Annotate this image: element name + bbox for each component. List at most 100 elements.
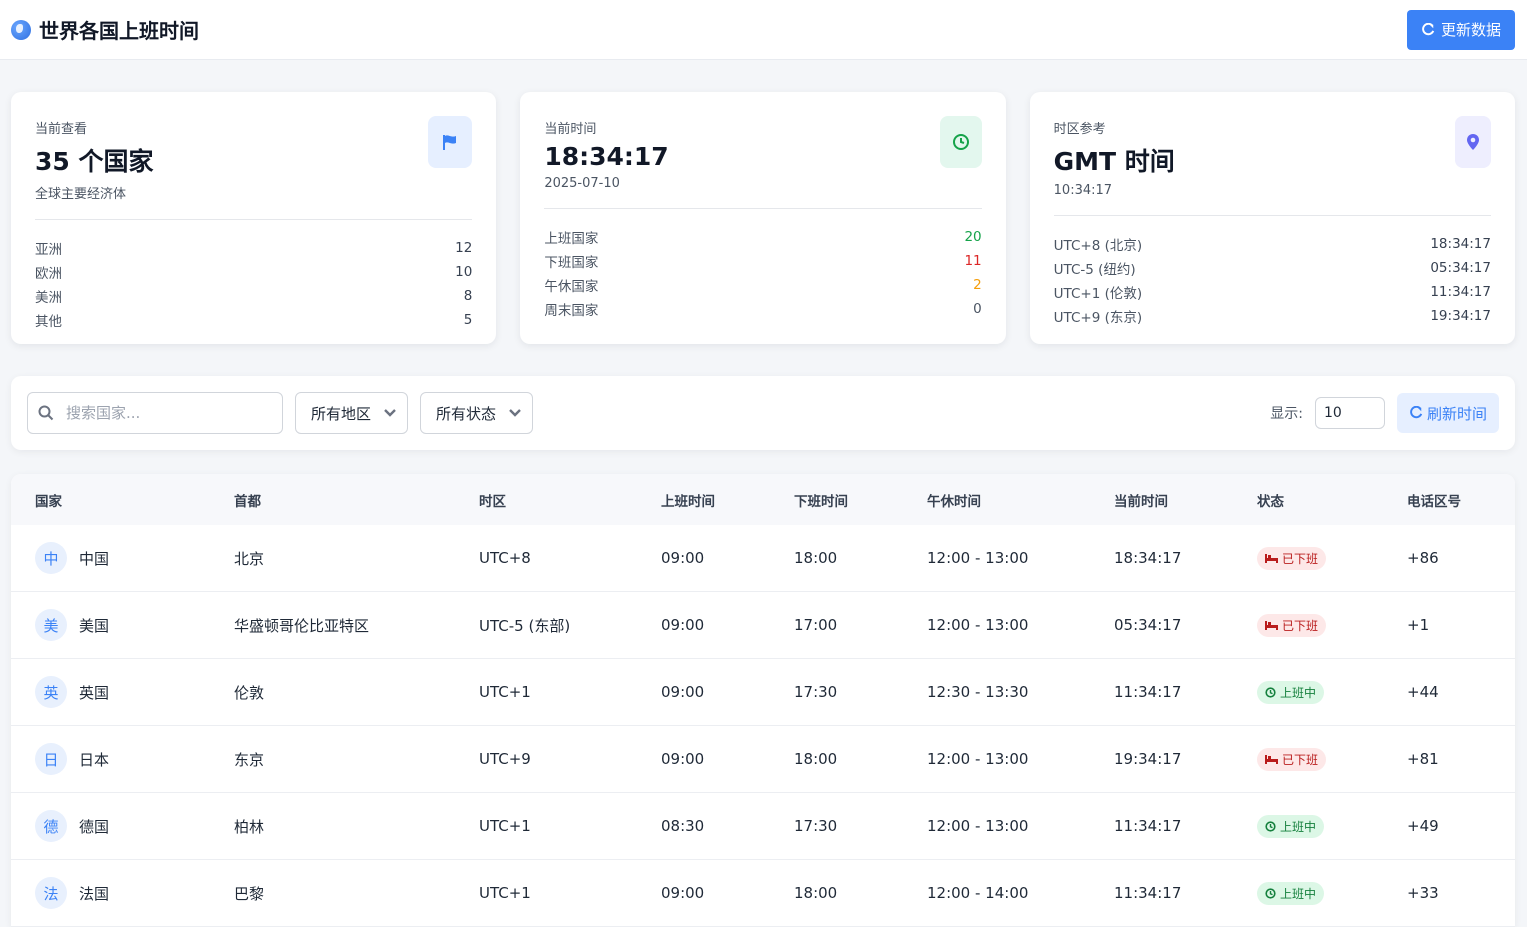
- current-time-cell: 18:34:17: [1090, 525, 1233, 592]
- update-data-label: 更新数据: [1440, 21, 1501, 39]
- country-cell: 美美国: [11, 591, 210, 659]
- status-cell: 已下班: [1233, 725, 1383, 793]
- column-header[interactable]: 首都: [210, 474, 455, 525]
- row-value: 19:34:17: [1430, 308, 1491, 324]
- row-value: 8: [463, 288, 473, 304]
- row-value: 05:34:17: [1430, 260, 1491, 276]
- card-sub: 2025-07-10: [544, 176, 620, 191]
- current-time-cell: 11:34:17: [1090, 859, 1233, 927]
- capital-cell: 东京: [210, 725, 455, 793]
- bed-icon: [1265, 620, 1278, 630]
- globe-icon: [11, 19, 31, 40]
- status-cell: 上班中: [1233, 859, 1383, 927]
- table-row[interactable]: 中中国 北京 UTC+8 09:00 18:00 12:00 - 13:00 18:34:1…: [11, 525, 1515, 592]
- column-header[interactable]: 时区: [455, 474, 637, 525]
- country-cell: 日日本: [11, 725, 210, 793]
- start-time-cell: 09:00: [637, 658, 770, 726]
- column-header[interactable]: 上班时间: [637, 474, 770, 525]
- column-header[interactable]: 状态: [1233, 474, 1383, 525]
- current-time-card: 当前时间 18:34:17 2025-07-10 上班国家 20 下班国家 11 午…: [520, 92, 1006, 344]
- row-label: 午休国家: [544, 279, 599, 295]
- countries-table: 国家 首都 时区 上班时间 下班时间 午休时间 当前时间 状态 电话区号 中中国…: [11, 474, 1515, 927]
- row-label: 其他: [35, 314, 62, 330]
- status-text: 已下班: [1282, 551, 1319, 566]
- status-text: 上班中: [1280, 886, 1317, 901]
- map-pin-icon: [1454, 116, 1491, 168]
- card-label: 当前时间: [544, 122, 597, 137]
- status-text: 上班中: [1280, 685, 1317, 700]
- region-select[interactable]: 所有地区: [295, 392, 409, 434]
- status-row-weekend: 周末国家 0: [544, 297, 981, 321]
- end-time-cell: 17:30: [770, 792, 903, 860]
- clock-icon: [1265, 686, 1276, 698]
- phone-code-cell: +49: [1383, 792, 1515, 860]
- row-label: 美洲: [35, 290, 62, 306]
- lunch-time-cell: 12:00 - 13:00: [903, 725, 1090, 793]
- row-value: 2: [973, 277, 982, 293]
- row-value: 0: [973, 301, 982, 317]
- column-header[interactable]: 当前时间: [1090, 474, 1233, 525]
- status-cell: 已下班: [1233, 591, 1383, 659]
- status-badge: 已下班: [1257, 613, 1327, 637]
- table-row[interactable]: 美美国 华盛顿哥伦比亚特区 UTC-5 (东部) 09:00 17:00 12:00 - …: [11, 591, 1515, 659]
- page-size-label: 显示:: [1270, 406, 1303, 422]
- flag-icon: [428, 116, 473, 168]
- brand: 世界各国上班时间: [11, 15, 199, 44]
- status-row-off: 下班国家 11: [544, 249, 981, 273]
- status-badge: 上班中: [1257, 814, 1325, 838]
- page-title: 世界各国上班时间: [39, 19, 199, 43]
- country-avatar: 美: [35, 609, 67, 641]
- status-text: 上班中: [1280, 819, 1317, 834]
- region-select-value: 所有地区: [311, 404, 372, 423]
- table-row[interactable]: 法法国 巴黎 UTC+1 09:00 18:00 12:00 - 14:00 11:34:1…: [11, 859, 1515, 927]
- status-select[interactable]: 所有状态: [420, 392, 534, 434]
- capital-cell: 北京: [210, 525, 455, 592]
- refresh-time-button[interactable]: 刷新时间: [1396, 393, 1499, 433]
- tz-row-london: UTC+1 (伦敦) 11:34:17: [1054, 280, 1491, 304]
- page-size-input[interactable]: [1314, 397, 1385, 429]
- capital-cell: 华盛顿哥伦比亚特区: [210, 591, 455, 659]
- clock-icon: [1265, 887, 1276, 899]
- country-avatar: 德: [35, 810, 67, 842]
- column-header[interactable]: 国家: [11, 474, 210, 525]
- row-value: 20: [964, 229, 982, 245]
- refresh-icon: [1422, 22, 1435, 35]
- capital-cell: 伦敦: [210, 658, 455, 726]
- search-input[interactable]: [64, 403, 268, 423]
- card-value: GMT 时间: [1053, 147, 1175, 176]
- table-row[interactable]: 英英国 伦敦 UTC+1 09:00 17:30 12:30 - 13:30 11:34:1…: [11, 658, 1515, 726]
- country-avatar: 日: [35, 743, 67, 775]
- filter-bar: 所有地区 所有状态 显示: 刷新时间: [11, 376, 1515, 450]
- status-cell: 上班中: [1233, 658, 1383, 726]
- start-time-cell: 09:00: [637, 859, 770, 927]
- row-label: UTC+8 (北京): [1053, 238, 1143, 254]
- region-row-europe: 欧洲 10: [35, 260, 472, 284]
- table-row[interactable]: 日日本 东京 UTC+9 09:00 18:00 12:00 - 13:00 19:34:1…: [11, 725, 1515, 793]
- card-sub: 10:34:17: [1053, 183, 1113, 198]
- card-label: 时区参考: [1053, 122, 1106, 137]
- timezone-cell: UTC+8: [455, 525, 637, 592]
- start-time-cell: 09:00: [637, 525, 770, 592]
- update-data-button[interactable]: 更新数据: [1406, 9, 1515, 50]
- bed-icon: [1265, 754, 1278, 764]
- table-row[interactable]: 德德国 柏林 UTC+1 08:30 17:30 12:00 - 13:00 11:34:1…: [11, 792, 1515, 860]
- bed-icon: [1265, 553, 1278, 563]
- timezone-cell: UTC+9: [455, 725, 637, 793]
- start-time-cell: 09:00: [637, 591, 770, 659]
- timezone-cell: UTC-5 (东部): [455, 591, 637, 659]
- lunch-time-cell: 12:00 - 13:00: [903, 792, 1090, 860]
- country-name: 法国: [79, 884, 110, 903]
- status-text: 已下班: [1282, 752, 1319, 767]
- row-value: 11: [964, 253, 982, 269]
- summary-cards: 当前查看 35 个国家 全球主要经济体 亚洲 12 欧洲 10 美洲 8 其他 5 当前…: [0, 60, 1527, 344]
- column-header[interactable]: 电话区号: [1383, 474, 1515, 525]
- end-time-cell: 18:00: [770, 725, 903, 793]
- row-label: 欧洲: [35, 266, 62, 282]
- column-header[interactable]: 午休时间: [903, 474, 1090, 525]
- column-header[interactable]: 下班时间: [770, 474, 903, 525]
- timezone-cell: UTC+1: [455, 792, 637, 860]
- search-box: [27, 392, 283, 434]
- phone-code-cell: +86: [1383, 525, 1515, 592]
- end-time-cell: 17:00: [770, 591, 903, 659]
- row-value: 5: [463, 312, 473, 328]
